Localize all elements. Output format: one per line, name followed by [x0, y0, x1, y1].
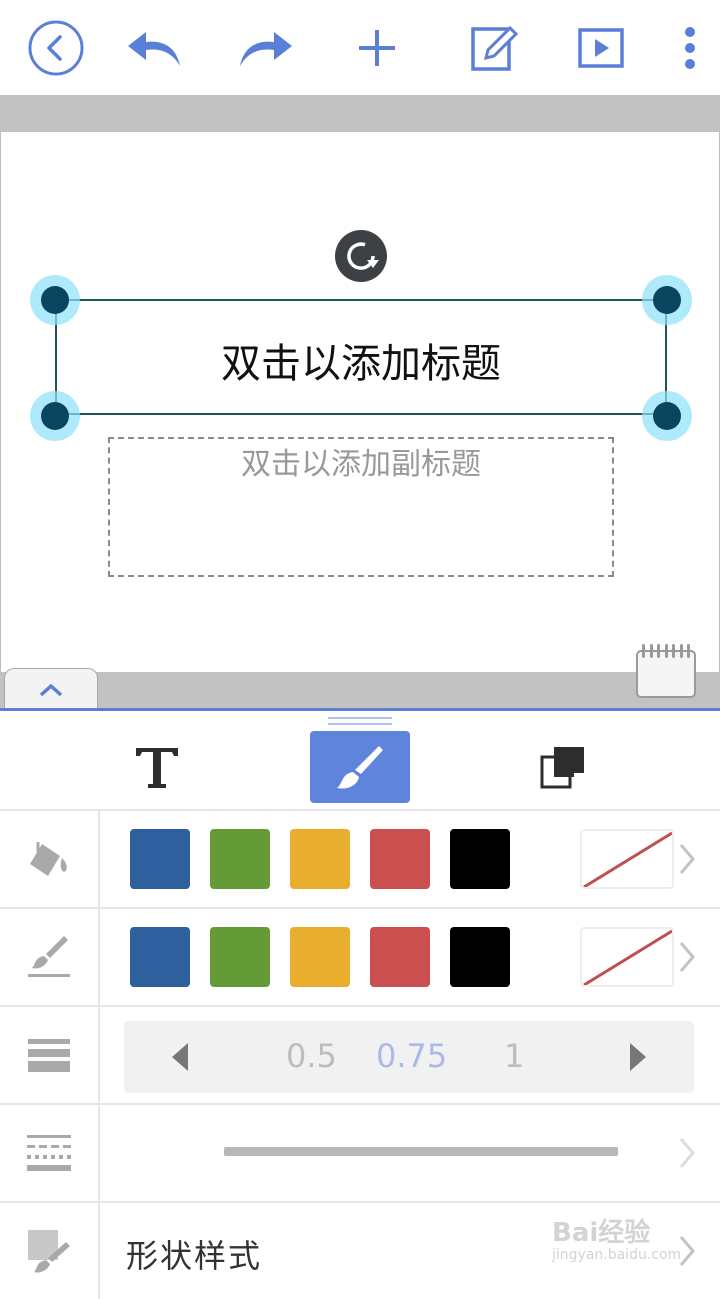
plus-icon	[359, 30, 395, 66]
back-icon	[28, 20, 84, 76]
top-toolbar	[0, 0, 720, 95]
slide-canvas[interactable]: 双击以添加标题 双击以添加副标题	[0, 132, 720, 672]
chevron-up-icon	[39, 683, 63, 696]
more-button[interactable]	[660, 20, 720, 76]
tab-text[interactable]	[107, 731, 207, 803]
width-option-2[interactable]: 1	[504, 1037, 524, 1075]
fill-swatch-blue[interactable]	[130, 829, 190, 889]
more-vertical-icon	[685, 27, 695, 69]
line-color-row	[0, 907, 720, 1005]
resize-handle-top-left[interactable]	[30, 275, 80, 325]
redo-button[interactable]	[236, 20, 296, 76]
subtitle-placeholder-text: 双击以添加副标题	[241, 447, 481, 482]
dash-row-icon-cell	[0, 1105, 100, 1201]
title-placeholder-text: 双击以添加标题	[221, 341, 501, 387]
line-width-row: 0.5 0.75 1	[0, 1005, 720, 1103]
tab-arrange[interactable]	[514, 731, 614, 803]
width-prev-icon[interactable]	[172, 1043, 188, 1071]
panel-toggle-tab[interactable]	[4, 668, 98, 710]
back-button[interactable]	[26, 20, 86, 76]
line-width-picker[interactable]: 0.5 0.75 1	[124, 1021, 694, 1093]
line-color-row-icon-cell	[0, 909, 100, 1005]
undo-button[interactable]	[124, 20, 184, 76]
insert-button[interactable]	[347, 20, 407, 76]
fill-swatch-black[interactable]	[450, 829, 510, 889]
fill-swatch-green[interactable]	[210, 829, 270, 889]
resize-handle-bottom-left[interactable]	[30, 391, 80, 441]
watermark: Bai经验 jingyan.baidu.com	[552, 1212, 681, 1263]
tab-style[interactable]	[310, 731, 410, 803]
shape-style-row-icon-cell	[0, 1203, 100, 1299]
redo-icon	[240, 32, 292, 66]
line-weight-icon	[28, 1039, 70, 1072]
play-icon	[578, 28, 624, 68]
notes-icon	[642, 644, 690, 658]
edit-icon	[471, 25, 518, 71]
line-width-row-icon-cell	[0, 1007, 100, 1103]
fill-swatch-yellow[interactable]	[290, 829, 350, 889]
fill-color-row	[0, 809, 720, 907]
shape-style-label: 形状样式	[126, 1237, 263, 1275]
no-color-icon	[583, 831, 672, 887]
resize-handle-bottom-right[interactable]	[642, 391, 692, 441]
canvas-top-band	[0, 95, 720, 132]
line-swatch-black[interactable]	[450, 927, 510, 987]
dash-style-icon	[27, 1135, 71, 1171]
undo-icon	[128, 32, 180, 66]
line-swatch-green[interactable]	[210, 927, 270, 987]
text-format-icon	[136, 748, 178, 788]
line-swatch-red[interactable]	[370, 927, 430, 987]
dash-more-chevron-icon[interactable]	[678, 1135, 696, 1171]
notes-button[interactable]	[636, 644, 696, 698]
line-swatch-blue[interactable]	[130, 927, 190, 987]
panel-drag-handle[interactable]	[328, 717, 392, 725]
rotate-handle[interactable]	[335, 230, 387, 282]
fill-more-chevron-icon[interactable]	[678, 841, 696, 877]
format-panel: 0.5 0.75 1 形状样式	[0, 708, 720, 1299]
current-dash-preview	[224, 1147, 618, 1156]
width-option-0[interactable]: 0.5	[286, 1037, 337, 1075]
paint-bucket-icon	[30, 842, 67, 876]
arrange-icon	[540, 747, 584, 789]
line-color-more-chevron-icon[interactable]	[678, 939, 696, 975]
edit-button[interactable]	[464, 20, 524, 76]
title-placeholder-box[interactable]: 双击以添加标题	[55, 299, 667, 415]
width-next-icon[interactable]	[630, 1043, 646, 1071]
watermark-url: jingyan.baidu.com	[552, 1247, 682, 1263]
fill-row-icon-cell	[0, 811, 100, 907]
watermark-brand: Bai经验	[552, 1218, 651, 1248]
line-brush-icon	[28, 936, 70, 977]
subtitle-placeholder-box[interactable]: 双击以添加副标题	[108, 437, 614, 577]
canvas-bottom-band	[0, 672, 720, 709]
fill-swatch-red[interactable]	[370, 829, 430, 889]
dash-style-row[interactable]	[0, 1103, 720, 1201]
resize-handle-top-right[interactable]	[642, 275, 692, 325]
width-option-1[interactable]: 0.75	[376, 1037, 447, 1075]
fill-none-swatch[interactable]	[580, 829, 674, 889]
present-button[interactable]	[571, 20, 631, 76]
line-swatch-yellow[interactable]	[290, 927, 350, 987]
paintbrush-icon	[337, 746, 383, 789]
no-color-icon	[583, 929, 672, 985]
shape-style-icon	[28, 1230, 70, 1273]
rotate-icon	[347, 242, 379, 270]
line-none-swatch[interactable]	[580, 927, 674, 987]
